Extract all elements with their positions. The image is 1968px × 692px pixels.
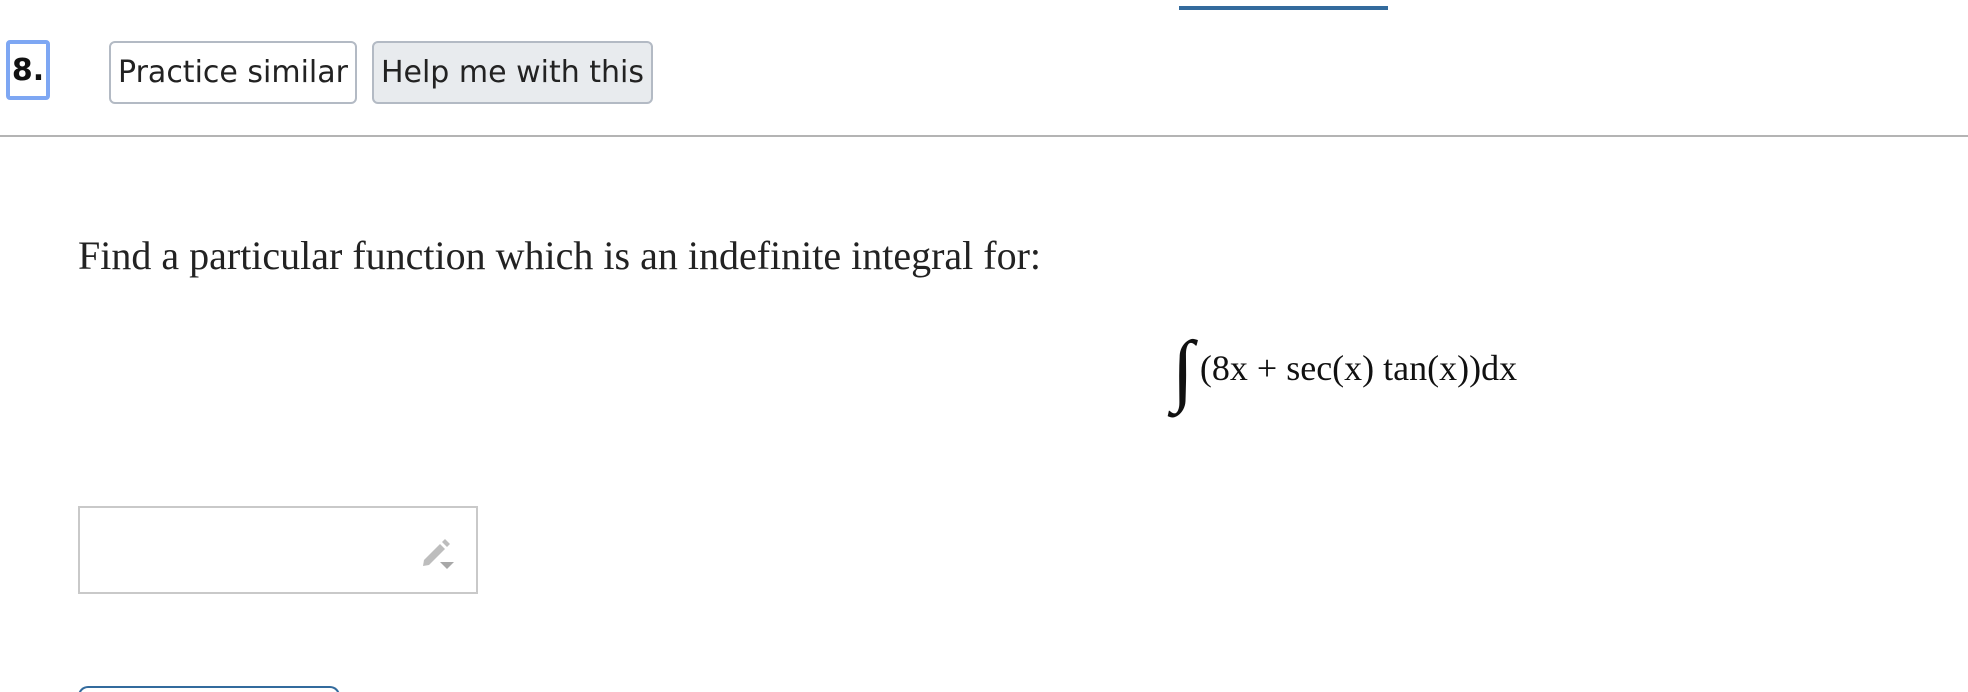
problem-prompt: Find a particular function which is an i… [78,233,1042,278]
header-divider [0,135,1968,137]
submit-button[interactable] [78,686,340,692]
pencil-dropdown-icon[interactable] [416,532,456,572]
integrand: (8x + sec(x) tan(x))dx [1199,348,1518,388]
top-accent-bar [1179,6,1388,10]
integral-formula: ∫ (8x + sec(x) tan(x))dx [1172,322,1517,414]
practice-similar-button[interactable]: Practice similar [109,41,357,104]
question-number[interactable]: 8. [6,40,50,100]
help-me-button[interactable]: Help me with this [372,41,653,104]
answer-input[interactable] [78,506,478,594]
question-page: 8. Practice similar Help me with this Fi… [0,0,1968,692]
integral-sign: ∫ [1172,326,1194,414]
